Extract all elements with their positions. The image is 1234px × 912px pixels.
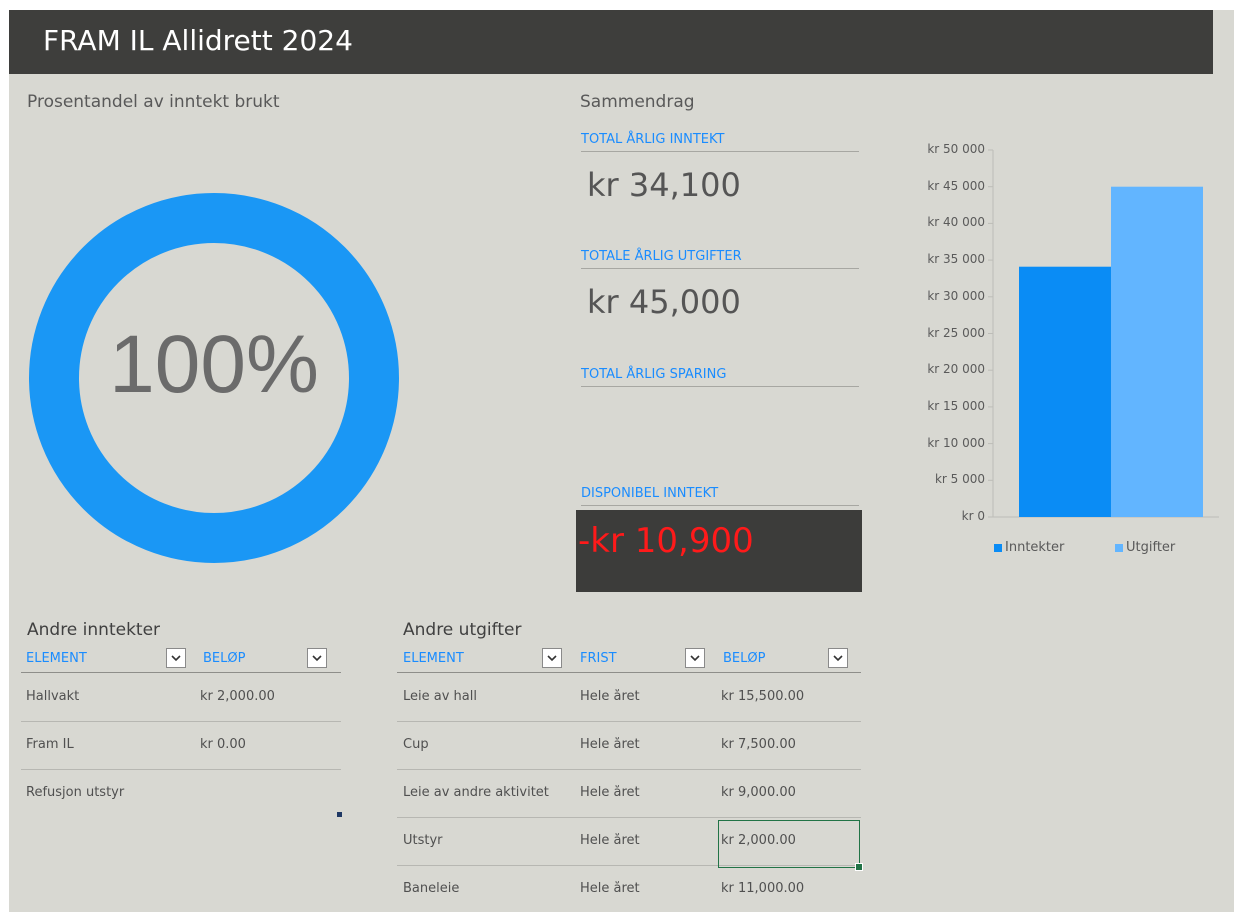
disposable-income-label[interactable]: DISPONIBEL INNTEKT (581, 486, 859, 506)
legend-item-utgifter[interactable]: Utgifter (1115, 540, 1175, 555)
income-header-divider (21, 672, 341, 673)
expense-amount-filter-button[interactable] (828, 648, 848, 668)
total-income-value[interactable]: kr 34,100 (587, 166, 741, 204)
y-tick-label: kr 0 (961, 509, 985, 523)
table-cell[interactable]: kr 2,000.00 (200, 689, 330, 704)
expense-deadline-filter-button[interactable] (685, 648, 705, 668)
table-cell[interactable]: Hele året (580, 689, 715, 704)
expense-col-element[interactable]: ELEMENT (403, 651, 464, 666)
expense-element-filter-button[interactable] (542, 648, 562, 668)
y-tick-label: kr 10 000 (927, 435, 985, 450)
table-cell[interactable]: kr 7,500.00 (721, 737, 856, 752)
disposable-income-box[interactable]: -kr 10,900 (576, 510, 862, 592)
table-cell[interactable]: Utstyr (403, 833, 578, 848)
income-table-title[interactable]: Andre inntekter (27, 620, 160, 640)
chart-svg (988, 149, 1219, 518)
expense-col-amount[interactable]: BELØP (723, 651, 765, 666)
table-cell[interactable]: kr 9,000.00 (721, 785, 856, 800)
page-title[interactable]: FRAM IL Allidrett 2024 (43, 24, 353, 57)
y-tick-label: kr 45 000 (927, 178, 985, 193)
table-cell[interactable]: Hele året (580, 785, 715, 800)
y-tick-label: kr 15 000 (927, 398, 985, 413)
chevron-down-icon (312, 655, 322, 662)
row-divider (397, 769, 861, 770)
chevron-down-icon (690, 655, 700, 662)
table-cell[interactable]: Leie av andre aktivitet (403, 785, 578, 800)
table-cell[interactable]: kr 0.00 (200, 737, 330, 752)
table-cell[interactable]: Hele året (580, 737, 715, 752)
legend-item-inntekter[interactable]: Inntekter (994, 540, 1064, 555)
y-tick-label: kr 20 000 (927, 362, 985, 377)
donut-title[interactable]: Prosentandel av inntekt brukt (27, 92, 280, 112)
fill-handle[interactable] (855, 863, 863, 871)
y-tick-label: kr 5 000 (934, 472, 985, 487)
disposable-income-value: -kr 10,900 (578, 521, 754, 561)
table-cell[interactable]: Baneleie (403, 881, 578, 896)
income-col-element[interactable]: ELEMENT (26, 651, 87, 666)
y-tick-label: kr 40 000 (927, 215, 985, 230)
table-cell[interactable]: Cup (403, 737, 578, 752)
chevron-down-icon (833, 655, 843, 662)
income-amount-filter-button[interactable] (307, 648, 327, 668)
table-cell[interactable]: Leie av hall (403, 689, 578, 704)
total-savings-label[interactable]: TOTAL ÅRLIG SPARING (581, 367, 859, 387)
total-expense-label[interactable]: TOTALE ÅRLIG UTGIFTER (581, 249, 859, 269)
title-bar: FRAM IL Allidrett 2024 (9, 10, 1213, 74)
row-divider (21, 769, 341, 770)
spreadsheet-canvas[interactable]: FRAM IL Allidrett 2024 Prosentandel av i… (9, 10, 1234, 912)
table-resize-handle[interactable] (337, 812, 342, 817)
row-divider (397, 721, 861, 722)
expense-table-title[interactable]: Andre utgifter (403, 620, 521, 640)
y-tick-label: kr 35 000 (927, 252, 985, 267)
expense-col-deadline[interactable]: FRIST (580, 651, 617, 666)
chevron-down-icon (171, 655, 181, 662)
bar-inntekter[interactable] (1019, 266, 1111, 517)
income-element-filter-button[interactable] (166, 648, 186, 668)
total-income-label[interactable]: TOTAL ÅRLIG INNTEKT (581, 132, 859, 152)
percent-donut-chart[interactable]: 100% (29, 193, 399, 563)
row-divider (21, 721, 341, 722)
summary-title[interactable]: Sammendrag (580, 92, 695, 112)
donut-percent-label: 100% (109, 319, 319, 410)
legend-swatch (994, 543, 1002, 552)
expense-header-divider (397, 672, 861, 673)
y-tick-label: kr 30 000 (927, 288, 985, 303)
chevron-down-icon (547, 655, 557, 662)
bar-utgifter[interactable] (1111, 186, 1203, 517)
legend-label: Utgifter (1126, 540, 1176, 555)
legend-label: Inntekter (1005, 540, 1065, 555)
table-cell[interactable]: kr 11,000.00 (721, 881, 856, 896)
income-col-amount[interactable]: BELØP (203, 651, 245, 666)
table-cell[interactable]: Hallvakt (26, 689, 196, 704)
row-divider (397, 817, 861, 818)
y-tick-label: kr 50 000 (927, 142, 985, 156)
table-cell[interactable]: Fram IL (26, 737, 196, 752)
table-cell[interactable]: Refusjon utstyr (26, 785, 196, 800)
selected-cell[interactable] (718, 820, 863, 871)
table-cell[interactable]: Hele året (580, 881, 715, 896)
table-cell[interactable]: kr 15,500.00 (721, 689, 856, 704)
total-expense-value[interactable]: kr 45,000 (587, 283, 741, 321)
legend-swatch (1115, 543, 1123, 552)
income-expense-bar-chart[interactable]: kr 0 kr 5 000 kr 10 000 kr 15 000 kr 20 000 k… (889, 140, 1219, 570)
y-tick-label: kr 25 000 (927, 325, 985, 340)
table-cell[interactable]: Hele året (580, 833, 715, 848)
